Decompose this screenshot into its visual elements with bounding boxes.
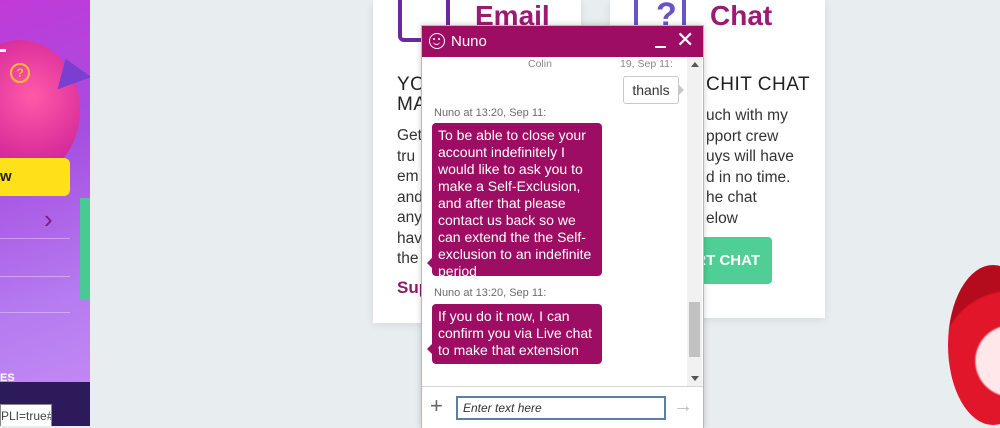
decorative-red-shape [948, 265, 1000, 425]
redaction [559, 57, 617, 65]
email-card-body: Get tru em and any hav the [397, 127, 423, 267]
message-meta: 19, Sep 11: [620, 58, 673, 70]
left-page-panel: ? w › ES PLI=true# [0, 0, 90, 426]
scrollbar-thumb[interactable] [689, 302, 700, 357]
agent-message-bubble: To be able to close your account indefin… [427, 123, 602, 279]
url-fragment: PLI=true# [0, 404, 52, 426]
chat-card-title: Chat [710, 0, 773, 31]
agent-message-bubble: If you do it now, I can confirm you via … [427, 304, 602, 364]
minimize-icon[interactable] [655, 46, 666, 48]
decorative-dash [0, 49, 6, 52]
left-bottom-label: ES [0, 372, 15, 384]
message-meta: Nuno at 13:20, Sep 11: [434, 287, 547, 299]
smiley-icon [429, 33, 445, 49]
scroll-down-icon[interactable] [691, 376, 699, 381]
help-icon[interactable]: ? [10, 63, 30, 83]
chevron-right-icon[interactable]: › [44, 204, 53, 235]
divider [0, 276, 70, 277]
left-yellow-button[interactable]: w [0, 158, 70, 196]
green-side-tab[interactable] [80, 198, 90, 300]
divider [0, 312, 70, 313]
chat-window: Nuno ✕ Colin 19, Sep 11: thanls Nuno at … [421, 25, 704, 428]
plus-icon[interactable]: + [430, 393, 443, 419]
chat-card-heading: CHIT CHAT [706, 74, 811, 95]
user-message-bubble: thanls [623, 76, 684, 104]
close-icon[interactable]: ✕ [676, 29, 694, 51]
message-meta: Nuno at 13:20, Sep 11: [434, 107, 547, 119]
send-arrow-icon[interactable]: → [673, 395, 693, 418]
left-yellow-button-label: w [0, 168, 12, 185]
chat-footer: + → [422, 386, 703, 428]
message-meta: Colin [528, 58, 552, 70]
chat-header[interactable]: Nuno ✕ [422, 26, 703, 57]
scroll-up-icon[interactable] [691, 62, 699, 67]
chat-agent-name: Nuno [451, 33, 487, 50]
chat-message-input[interactable] [456, 396, 666, 420]
chat-card-body: uch with my pport crew uys will have d i… [706, 107, 794, 227]
divider [0, 238, 70, 239]
chat-messages: Colin 19, Sep 11: thanls Nuno at 13:20, … [422, 57, 687, 386]
